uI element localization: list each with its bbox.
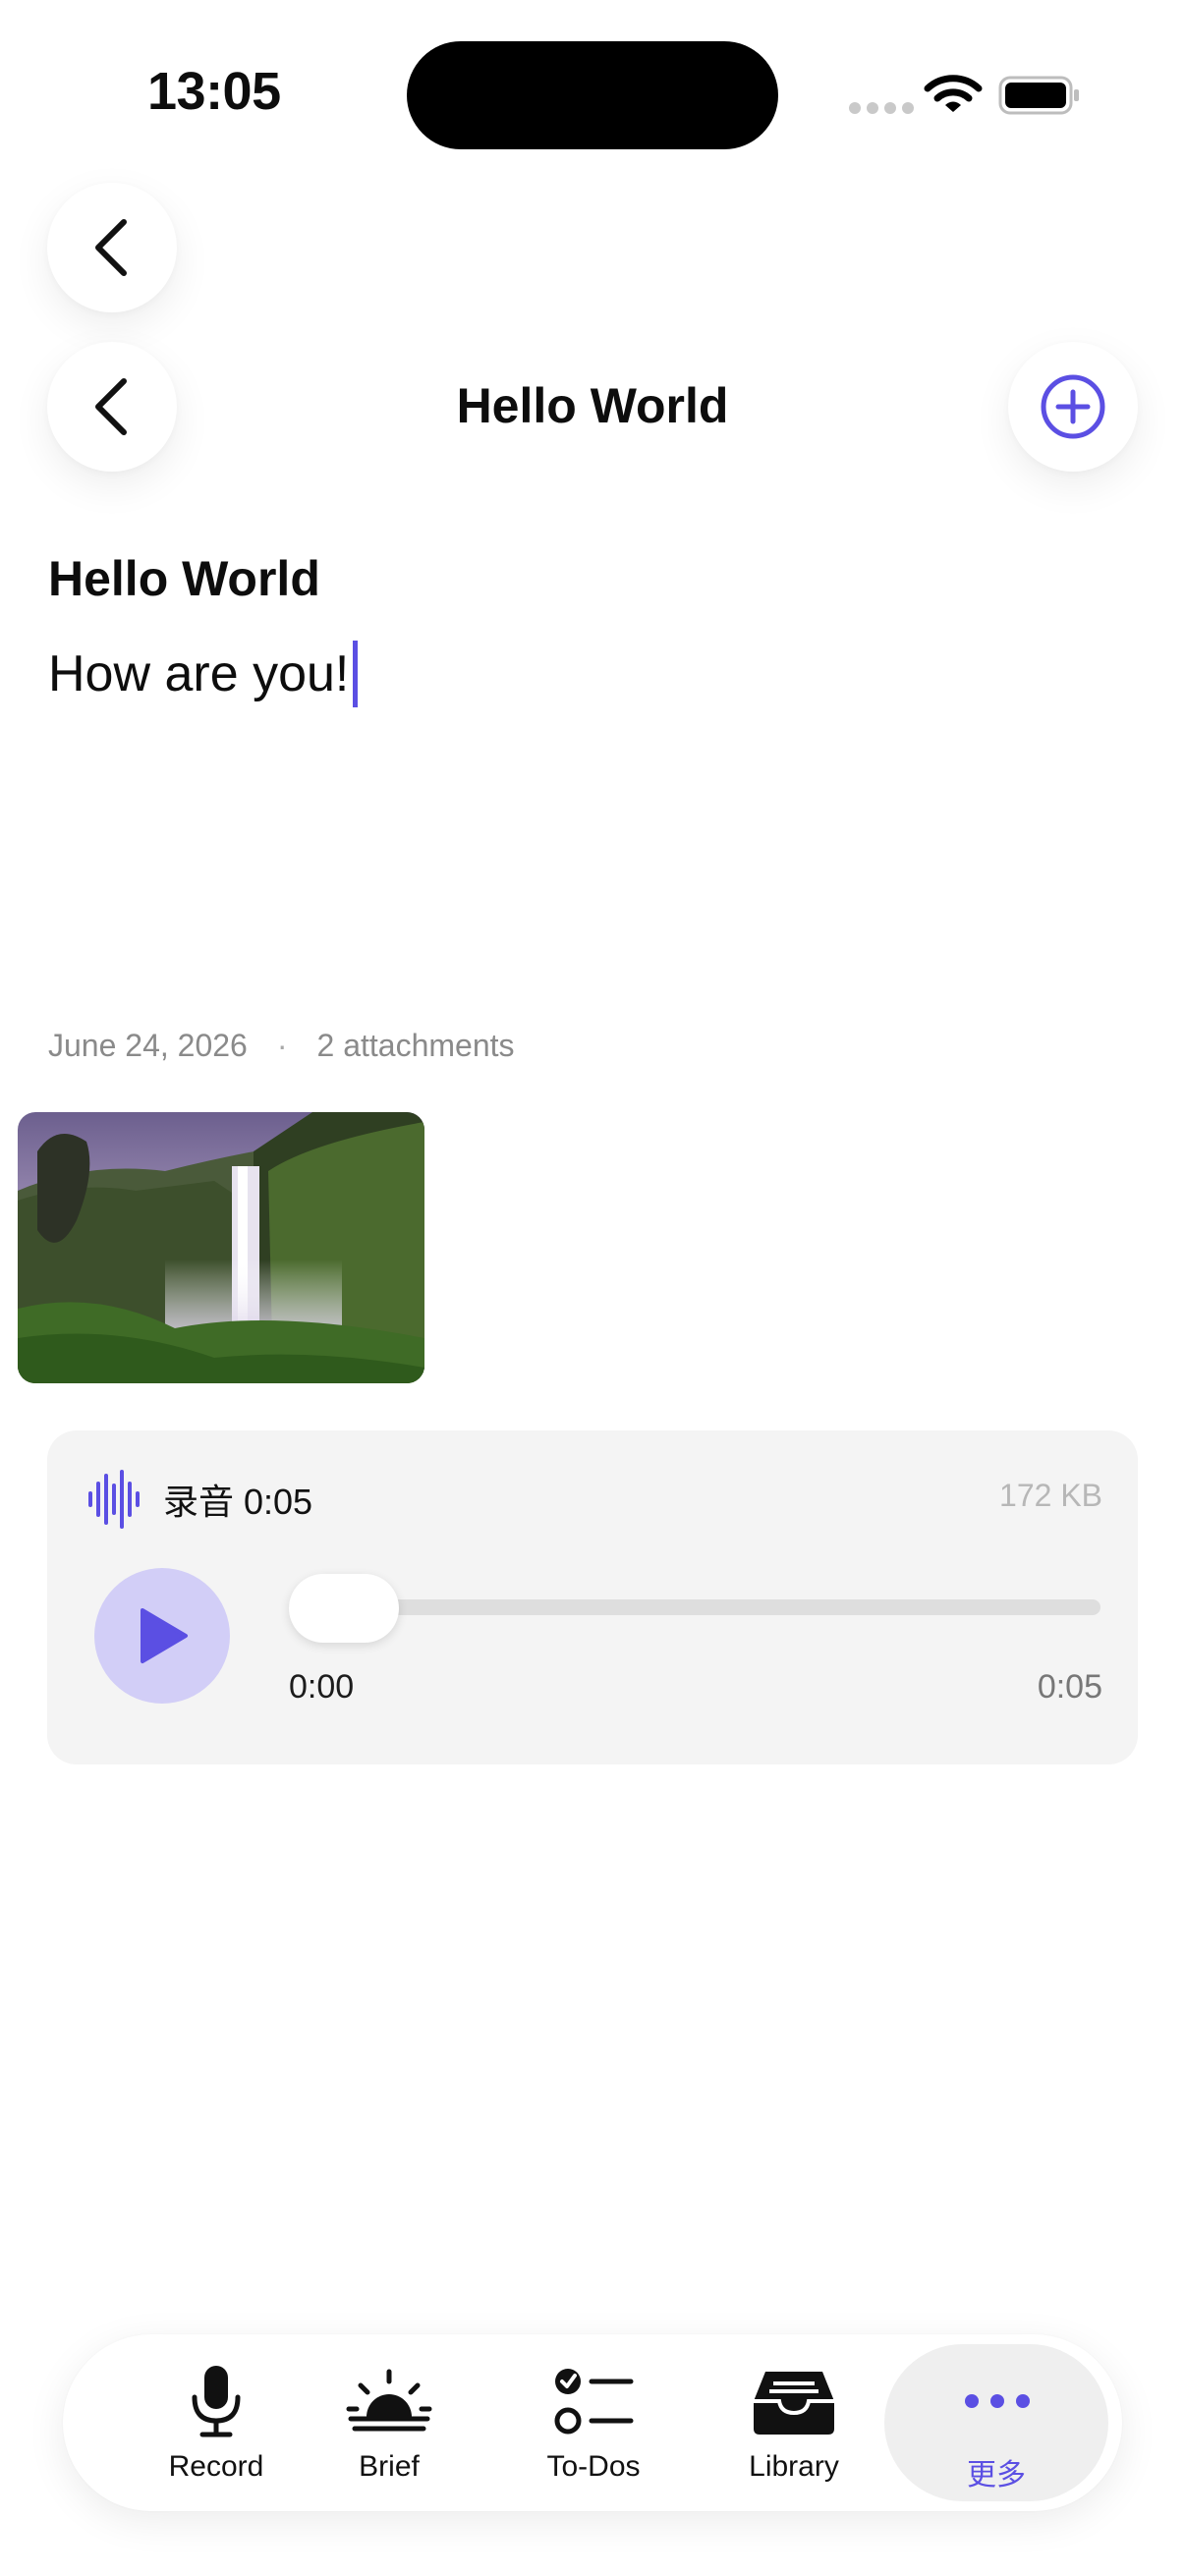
tab-more-label: 更多 (967, 2459, 1026, 2492)
note-meta: June 24, 2026 · 2 attachments (48, 1028, 515, 1064)
waveform-icon (88, 1470, 140, 1529)
play-icon (141, 1608, 188, 1663)
audio-current-time: 0:00 (289, 1668, 355, 1706)
tab-library[interactable]: Library (696, 2334, 892, 2511)
play-button[interactable] (94, 1568, 230, 1704)
attachments-count: 2 attachments (316, 1028, 515, 1063)
audio-progress-track[interactable] (289, 1599, 1100, 1615)
cellular-signal-icon (849, 102, 914, 114)
tab-bar: Record Brief To-Dos Library 更多 (63, 2334, 1122, 2511)
note-body-editor[interactable]: How are you! (48, 641, 359, 707)
text-cursor (353, 641, 359, 707)
tab-library-label: Library (749, 2450, 839, 2483)
microphone-icon (192, 2366, 241, 2437)
sunrise-icon (346, 2369, 432, 2432)
audio-scrubber-thumb[interactable] (289, 1574, 399, 1643)
checklist-icon (554, 2369, 634, 2435)
image-attachment[interactable] (18, 1112, 424, 1383)
inbox-tray-icon (754, 2372, 834, 2435)
note-date: June 24, 2026 (48, 1028, 248, 1063)
dynamic-island (407, 41, 778, 149)
add-button[interactable] (1008, 342, 1138, 472)
tab-brief[interactable]: Brief (291, 2334, 487, 2511)
tab-todos-label: To-Dos (546, 2450, 641, 2483)
battery-icon (998, 76, 1079, 115)
more-dots-icon (965, 2394, 1030, 2408)
note-title[interactable]: Hello World (48, 550, 320, 607)
tab-todos[interactable]: To-Dos (495, 2334, 692, 2511)
status-time: 13:05 (147, 62, 281, 121)
wifi-icon (924, 75, 983, 112)
tab-more[interactable]: 更多 (884, 2334, 1108, 2511)
audio-file-size: 172 KB (999, 1478, 1102, 1513)
plus-circle-icon (1041, 374, 1105, 439)
chevron-left-icon (95, 219, 127, 276)
audio-title: 录音 0:05 (163, 1482, 313, 1522)
tab-brief-label: Brief (359, 2450, 420, 2483)
waterfall-image (18, 1112, 424, 1383)
audio-attachment-card: 录音 0:05 172 KB 0:00 0:05 (47, 1430, 1138, 1764)
meta-separator: · (276, 1028, 288, 1063)
back-button[interactable] (47, 183, 177, 312)
note-body-text: How are you! (48, 645, 350, 702)
audio-duration: 0:05 (1037, 1668, 1102, 1706)
tab-record-label: Record (168, 2450, 264, 2483)
tab-record[interactable]: Record (118, 2334, 314, 2511)
